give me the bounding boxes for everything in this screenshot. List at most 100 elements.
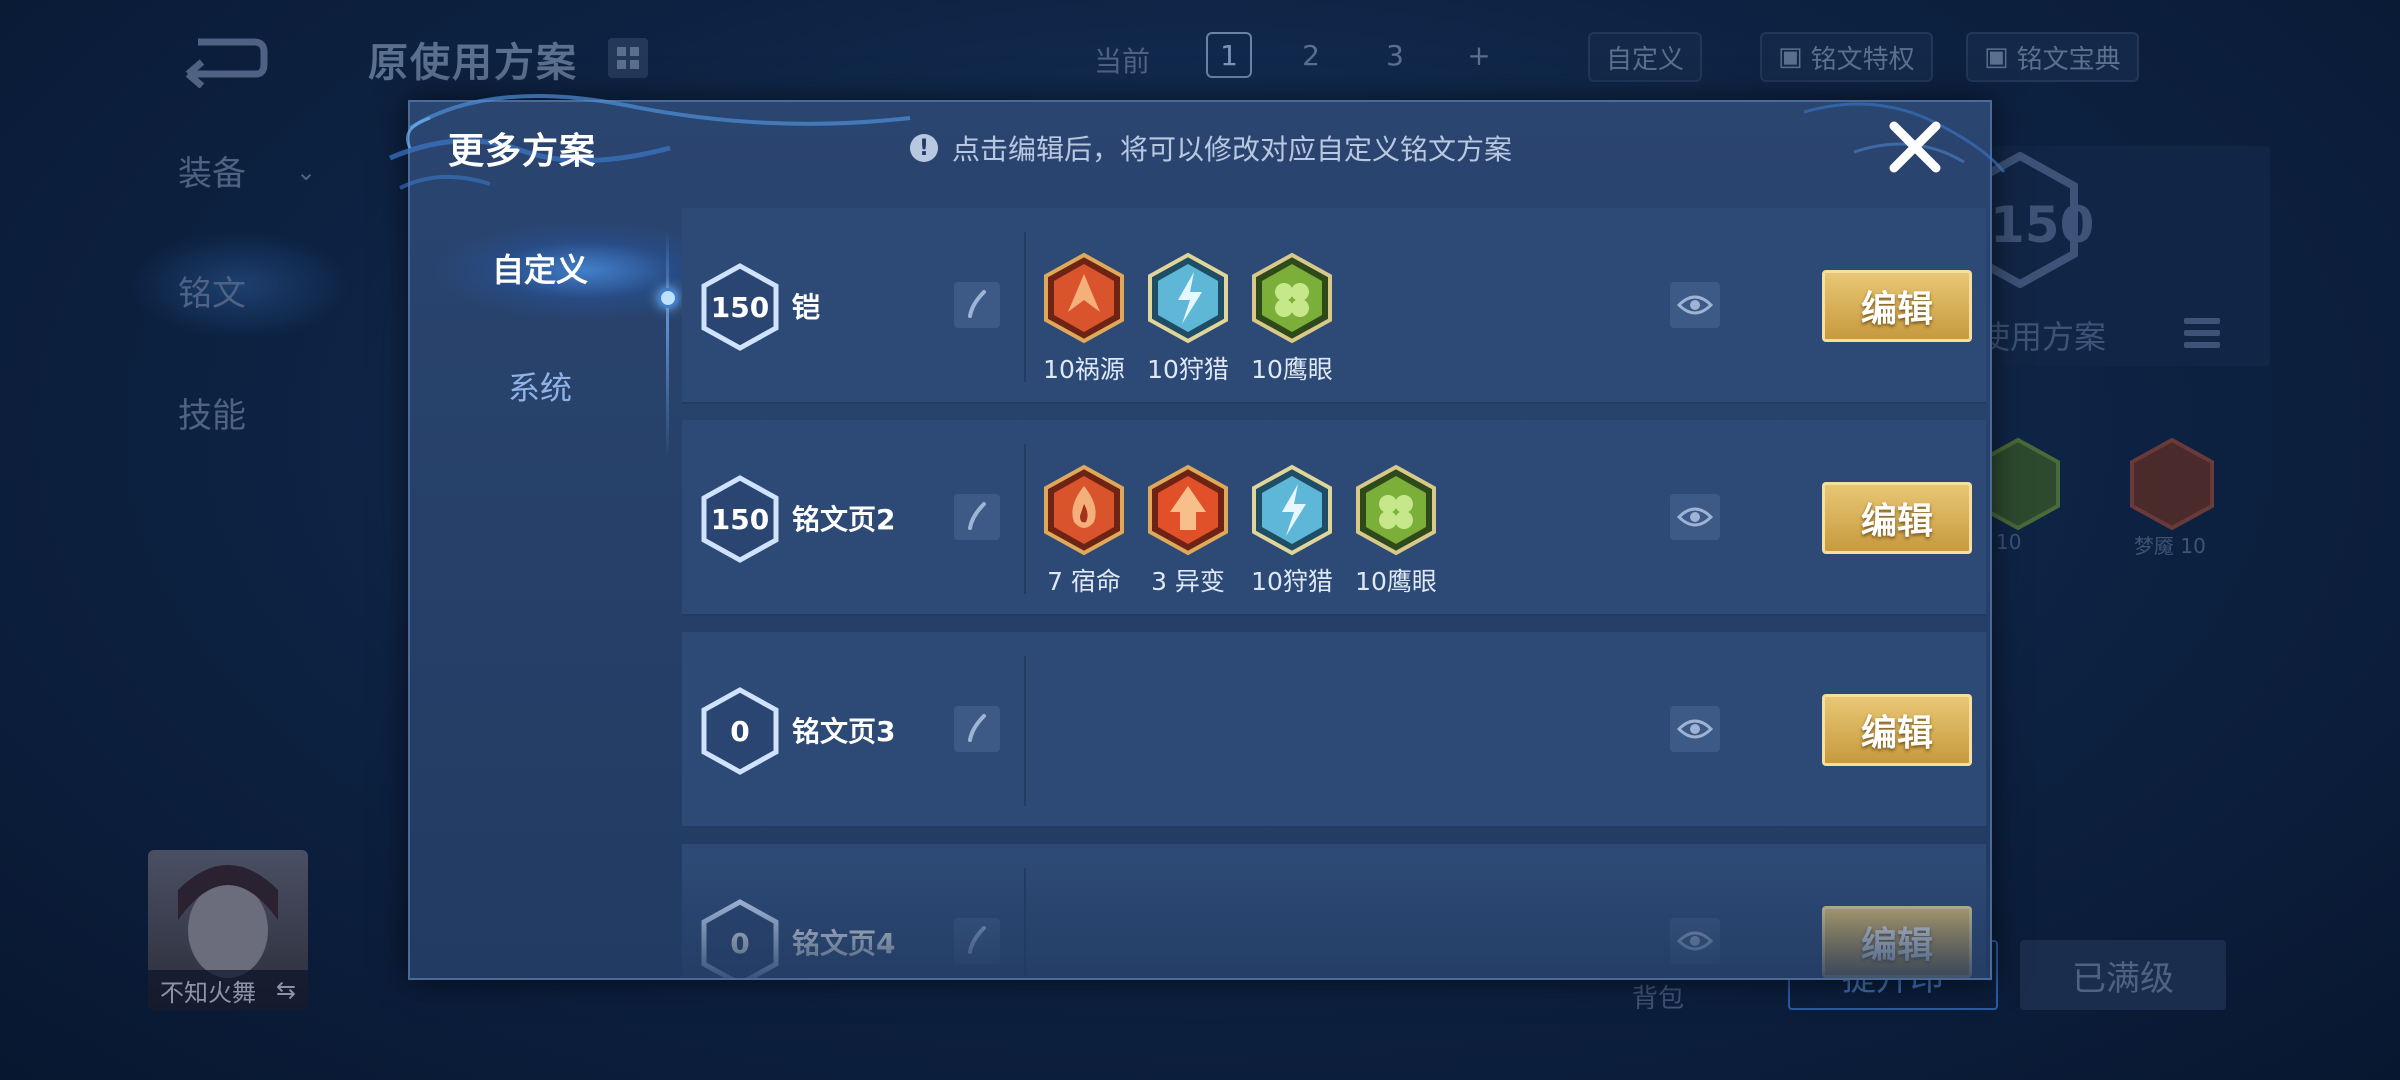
pen-icon [968, 714, 986, 742]
rune-red-arrow-icon [1148, 464, 1228, 556]
maxed-button: 已满级 [2020, 940, 2226, 1010]
rename-button[interactable] [954, 706, 1000, 752]
preview-button[interactable] [1670, 918, 1720, 964]
rune-page-row: 150 铠 10祸源 10狩猎 10鹰眼 编辑 [682, 208, 1986, 404]
tab-custom[interactable]: 自定义 [410, 228, 670, 308]
rune-book-label: 铭文宝典 [2016, 44, 2121, 75]
rune-green-clover-icon [1356, 464, 1436, 556]
preview-button[interactable] [1670, 706, 1720, 752]
rune-label: 10狩猎 [1147, 355, 1229, 384]
sidebar-item-equipment[interactable]: 装备 [178, 146, 246, 195]
rune-page-name: 铭文页3 [792, 715, 896, 748]
rune-page-level: 0 [730, 926, 750, 960]
more-plans-modal: 更多方案 ! 点击编辑后，将可以修改对应自定义铭文方案 自定义 系统 150 铠 [389, 93, 2006, 980]
preview-button[interactable] [1670, 494, 1720, 540]
rune-blue-lightning-icon [1148, 252, 1228, 344]
rune-label: 7 宿命 [1047, 567, 1121, 596]
rune-green-clover-icon [1252, 252, 1332, 344]
book-icon: ▣ [1778, 42, 1803, 72]
rune-page-row: 0 铭文页4 编辑 [682, 844, 1986, 978]
rename-button[interactable] [954, 918, 1000, 964]
level-hex-icon: 0 [700, 686, 780, 776]
rune-red-burst-icon [1044, 252, 1124, 344]
rune-level-text: 150 [1990, 196, 2095, 254]
level-hex-icon: 0 [700, 898, 780, 978]
avatar[interactable]: 不知火舞 ⇆ [148, 850, 308, 1010]
close-button[interactable] [1882, 114, 1948, 180]
rune-slot[interactable]: 10鹰眼 [1250, 252, 1334, 386]
bg-rune-label-2: 梦魇 10 [2134, 534, 2206, 558]
rune-page-level: 150 [710, 290, 770, 324]
plan-tab-3[interactable]: 3 [1372, 32, 1418, 78]
back-arrow-icon[interactable] [168, 28, 268, 89]
row-divider [1024, 868, 1026, 978]
rune-label: 10祸源 [1043, 355, 1125, 384]
eye-icon [1677, 507, 1713, 527]
rune-page-name: 铠 [792, 291, 821, 324]
use-plan-label: 使用方案 [1978, 318, 2107, 356]
level-hex-icon: 150 [700, 474, 780, 564]
eye-icon [1677, 295, 1713, 315]
rename-button[interactable] [954, 494, 1000, 540]
add-plan-tab[interactable]: + [1456, 32, 1502, 78]
plan-tab-2[interactable]: 2 [1288, 32, 1334, 78]
modal-header: 更多方案 ! 点击编辑后，将可以修改对应自定义铭文方案 [410, 102, 1990, 190]
grid-icon[interactable] [608, 38, 648, 78]
book-icon: ▣ [1984, 42, 2009, 72]
rune-red-icon [2130, 437, 2214, 531]
rune-slot[interactable]: 10鹰眼 [1354, 464, 1438, 598]
sidebar-item-runes[interactable]: 铭文 [178, 266, 246, 315]
custom-pill[interactable]: 自定义 [1588, 32, 1703, 82]
rune-red-flame-icon [1044, 464, 1124, 556]
pen-icon [968, 290, 986, 318]
rune-label: 10鹰眼 [1251, 355, 1333, 384]
bag-label[interactable]: 背包 [1632, 978, 1684, 1015]
edit-button[interactable]: 编辑 [1822, 694, 1972, 766]
swap-icon[interactable]: ⇆ [276, 976, 296, 1004]
rune-slot[interactable]: 10狩猎 [1146, 252, 1230, 386]
rune-page-name: 铭文页4 [792, 927, 896, 960]
edit-button[interactable]: 编辑 [1822, 270, 1972, 342]
hint-text: 点击编辑后，将可以修改对应自定义铭文方案 [952, 133, 1513, 166]
rune-feature-button[interactable]: ▣ 铭文特权 [1760, 32, 1933, 82]
hint-text-row: ! 点击编辑后，将可以修改对应自定义铭文方案 [910, 128, 1512, 168]
tab-system[interactable]: 系统 [410, 346, 670, 426]
rune-page-list[interactable]: 150 铠 10祸源 10狩猎 10鹰眼 编辑 150 铭文页2 7 宿命 3 … [682, 208, 1986, 978]
chevron-down-icon: ⌄ [296, 158, 317, 186]
player-name-bar: 不知火舞 ⇆ [148, 970, 308, 1010]
plan-category-nav: 自定义 系统 [410, 190, 690, 980]
rune-label: 3 异变 [1151, 567, 1225, 596]
rune-page-row: 150 铭文页2 7 宿命 3 异变 10狩猎 10鹰眼 编辑 [682, 420, 1986, 616]
rune-slot[interactable]: 7 宿命 [1042, 464, 1126, 598]
modal-title: 更多方案 [448, 131, 597, 172]
rune-page-level: 0 [730, 714, 750, 748]
rune-book-button[interactable]: ▣ 铭文宝典 [1966, 32, 2139, 82]
custom-pill-label: 自定义 [1606, 44, 1685, 75]
rune-page-level: 150 [710, 502, 770, 536]
rune-label: 10鹰眼 [1355, 567, 1437, 596]
close-icon [1889, 121, 1941, 173]
edit-button[interactable]: 编辑 [1822, 906, 1972, 978]
rune-page-row: 0 铭文页3 编辑 [682, 632, 1986, 828]
rune-slot[interactable]: 10狩猎 [1250, 464, 1334, 598]
rename-button[interactable] [954, 282, 1000, 328]
level-hex-icon: 150 [700, 262, 780, 352]
player-name: 不知火舞 [160, 978, 256, 1007]
rune-blue-lightning-icon [1252, 464, 1332, 556]
rune-page-name: 铭文页2 [792, 503, 896, 536]
preview-button[interactable] [1670, 282, 1720, 328]
edit-button[interactable]: 编辑 [1822, 482, 1972, 554]
current-label: 当前 [1094, 45, 1151, 78]
sidebar-item-skills[interactable]: 技能 [178, 388, 246, 437]
plan-title: 原使用方案 [368, 40, 578, 86]
info-icon: ! [910, 134, 938, 162]
plan-tab-1[interactable]: 1 [1206, 32, 1252, 78]
rune-slot[interactable]: 3 异变 [1146, 464, 1230, 598]
pen-icon [968, 926, 986, 954]
rune-slot[interactable]: 10祸源 [1042, 252, 1126, 386]
menu-icon[interactable] [2184, 318, 2220, 354]
eye-icon [1677, 719, 1713, 739]
rune-feature-label: 铭文特权 [1810, 44, 1915, 75]
rune-label: 10狩猎 [1251, 567, 1333, 596]
bg-rune-label-1: 10 [1996, 530, 2022, 554]
